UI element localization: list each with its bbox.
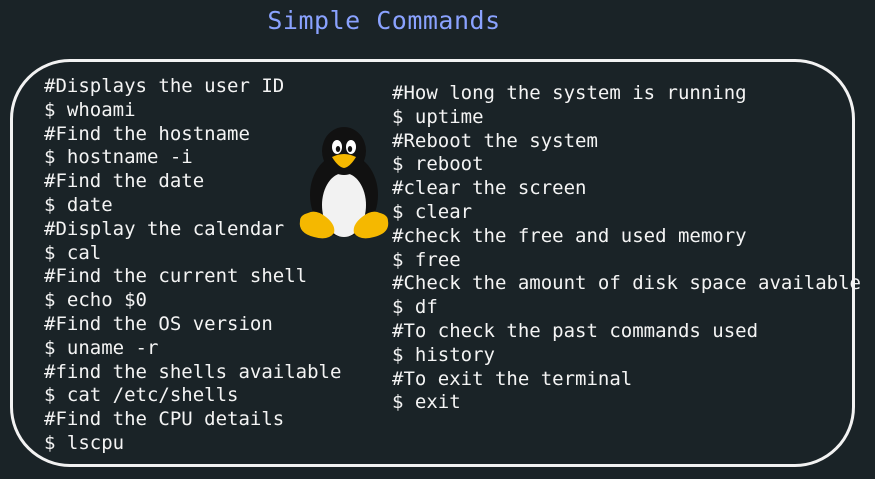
command-line: $ history <box>392 343 495 366</box>
comment-line: #Check the amount of disk space availabl… <box>392 272 861 295</box>
command-line: $ clear <box>392 200 473 223</box>
comment-line: #Displays the user ID <box>44 75 285 97</box>
comment-line: #Find the OS version <box>44 312 273 335</box>
comment-line: #find the shells available <box>44 360 342 383</box>
command-line: $ whoami <box>44 98 136 121</box>
command-line: $ cal <box>44 241 102 264</box>
comment-line: #Reboot the system <box>392 129 598 152</box>
command-line: $ echo $0 <box>44 289 147 312</box>
comment-line: #clear the screen <box>392 177 587 200</box>
comment-line: #To exit the terminal <box>392 367 633 390</box>
command-line: $ exit <box>392 391 461 414</box>
command-line: $ free <box>392 248 461 271</box>
comment-line: #How long the system is running <box>392 82 747 104</box>
command-line: $ df <box>392 296 438 319</box>
command-line: $ reboot <box>392 153 484 176</box>
comment-line: #Find the CPU details <box>44 408 285 431</box>
command-line: $ cat /etc/shells <box>44 384 239 407</box>
command-line: $ lscpu <box>44 431 125 454</box>
comment-line: #Find the current shell <box>44 265 308 288</box>
command-line: $ uptime <box>392 105 484 128</box>
page-title: Simple Commands <box>267 6 501 35</box>
comment-line: #check the free and used memory <box>392 224 747 247</box>
right-command-list: #How long the system is running $ uptime #… <box>392 82 861 415</box>
command-line: $ uname -r <box>44 336 159 359</box>
comment-line: #To check the past commands used <box>392 319 759 342</box>
tux-penguin-icon <box>299 127 389 239</box>
